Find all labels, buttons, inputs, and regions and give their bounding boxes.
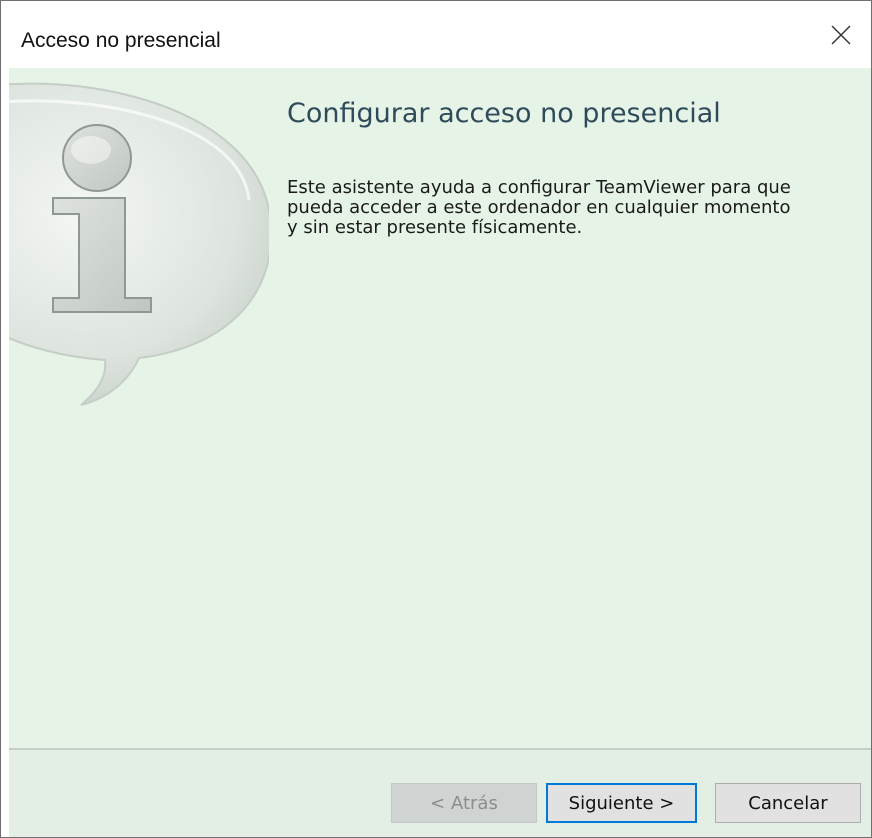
title-bar: Acceso no presencial (1, 1, 871, 68)
close-icon (831, 25, 851, 45)
description-text: Este asistente ayuda a configurar TeamVi… (287, 178, 827, 238)
description-line: pueda acceder a este ordenador en cualqu… (287, 197, 791, 218)
next-button[interactable]: Siguiente > (546, 783, 697, 823)
cancel-button[interactable]: Cancelar (715, 783, 861, 823)
back-button[interactable]: < Atrás (391, 783, 537, 823)
wizard-content: Configurar acceso no presencial Este asi… (9, 68, 871, 748)
close-button[interactable] (811, 1, 871, 68)
window-title: Acceso no presencial (21, 29, 221, 52)
page-heading: Configurar acceso no presencial (287, 98, 721, 129)
dialog-window: Acceso no presencial Configurar acceso n… (0, 0, 872, 838)
description-line: Este asistente ayuda a configurar TeamVi… (287, 177, 791, 198)
info-speech-bubble-icon (9, 82, 269, 406)
description-line: y sin estar presente físicamente. (287, 217, 583, 238)
wizard-footer: < Atrás Siguiente > Cancelar (9, 750, 871, 837)
